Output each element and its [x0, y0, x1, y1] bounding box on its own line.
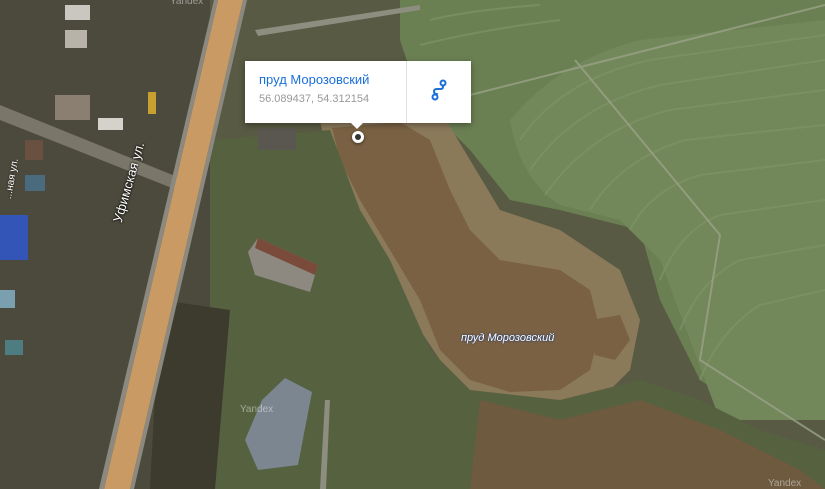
map-watermark: Yandex	[240, 404, 274, 415]
map-watermark: Yandex	[768, 478, 802, 489]
route-button[interactable]	[407, 61, 471, 123]
location-marker[interactable]	[352, 131, 364, 143]
popup-tail	[351, 123, 363, 129]
marker-dot	[355, 134, 361, 140]
popup-title[interactable]: пруд Морозовский	[259, 72, 406, 88]
pond-label[interactable]: пруд Морозовский	[461, 332, 554, 344]
map-watermark: Yandex	[170, 0, 204, 7]
popup-info: пруд Морозовский 56.089437, 54.312154	[245, 61, 406, 123]
satellite-map[interactable]: Yandex Yandex Yandex Уфимская ул. ...ная…	[0, 0, 825, 489]
popup-coordinates: 56.089437, 54.312154	[259, 93, 370, 105]
route-icon	[430, 79, 448, 106]
place-popup[interactable]: пруд Морозовский 56.089437, 54.312154	[245, 61, 471, 129]
